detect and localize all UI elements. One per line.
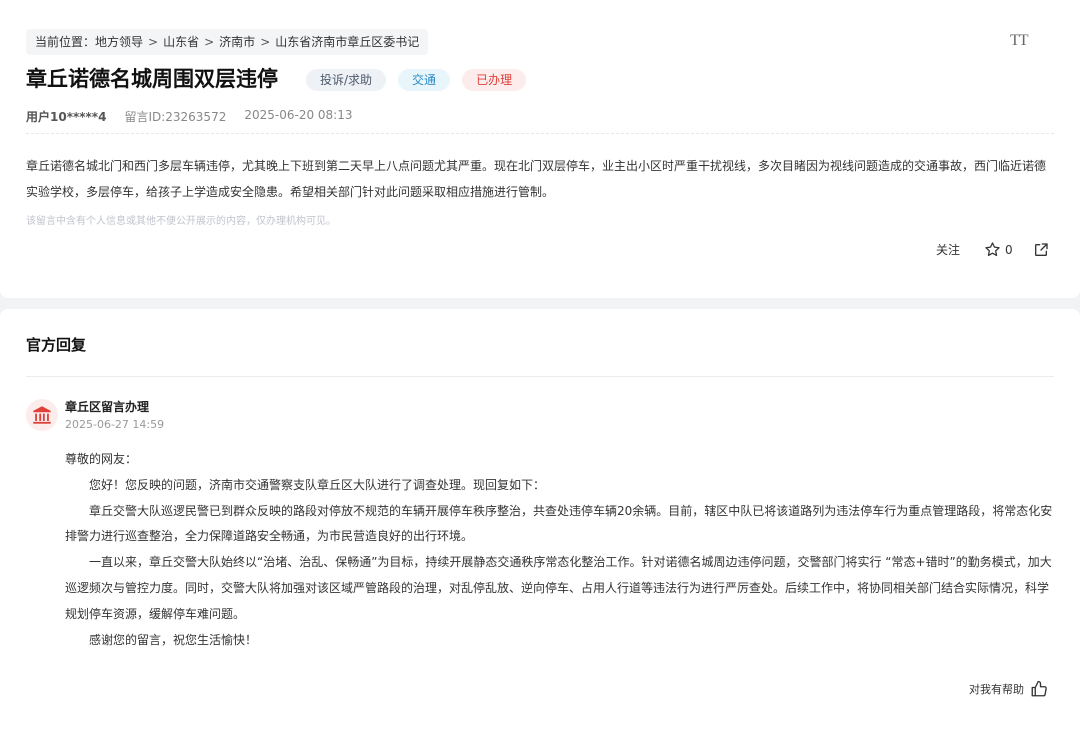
breadcrumb-item-zhangqiu-secretary[interactable]: 山东省济南市章丘区委书记 [275, 35, 419, 49]
user-name: 用户10*****4 [26, 110, 107, 124]
star-count: 0 [1005, 242, 1013, 257]
breadcrumb: 当前位置：地方领导 > 山东省 > 济南市 > 山东省济南市章丘区委书记 [26, 29, 429, 55]
message-content: 章丘诺德名城北门和西门多层车辆违停，尤其晚上下班到第二天早上八点问题尤其严重。现… [26, 159, 1047, 199]
tag-traffic: 交通 [398, 69, 451, 91]
breadcrumb-item-shandong[interactable]: 山东省 [163, 35, 199, 49]
reply-body: 尊敬的网友： 您好！您反映的问题，济南市交通警察支队章丘区大队进行了调查处理。现… [65, 447, 1055, 653]
reply-paragraph: 您好！您反映的问题，济南市交通警察支队章丘区大队进行了调查处理。现回复如下： [89, 477, 546, 492]
divider [26, 376, 1054, 377]
breadcrumb-item-jinan[interactable]: 济南市 [219, 35, 255, 49]
breadcrumb-separator: > [148, 35, 159, 49]
org-name: 章丘区留言办理 [65, 400, 150, 414]
breadcrumb-separator: > [260, 35, 271, 49]
text-size-icon[interactable]: TT [1010, 32, 1029, 50]
star-button[interactable]: 0 [984, 241, 1013, 258]
privacy-notice: 该留言中含有个人信息或其他不便公开展示的内容，仅办理机构可见。 [26, 216, 336, 227]
share-button[interactable] [1033, 242, 1049, 258]
tag-category: 投诉/求助 [306, 69, 387, 91]
reply-greeting: 尊敬的网友： [65, 452, 138, 466]
message-actions: 关注 0 [936, 241, 1049, 258]
message-meta: 用户10*****4 留言ID:23263572 2025-06-20 08:1… [26, 108, 352, 125]
breadcrumb-prefix: 当前位置： [35, 35, 96, 49]
message-datetime: 2025-06-20 08:13 [244, 108, 353, 122]
follow-button[interactable]: 关注 [936, 241, 960, 258]
share-icon [1034, 242, 1048, 256]
avatar [26, 399, 58, 431]
tag-list: 投诉/求助 交通 已办理 [306, 69, 527, 91]
breadcrumb-separator: > [204, 35, 215, 49]
tag-status: 已办理 [462, 69, 527, 91]
message-id: 留言ID:23263572 [124, 110, 227, 124]
breadcrumb-item-local-leaders[interactable]: 地方领导 [95, 35, 143, 49]
reply-heading: 官方回复 [26, 336, 87, 354]
thumbs-up-icon [1031, 680, 1047, 697]
reply-paragraph: 一直以来，章丘交警大队始终以“治堵、治乱、保畅通”为目标，持续开展静态交通秩序常… [65, 555, 1052, 621]
reply-paragraph: 感谢您的留言，祝您生活愉快！ [89, 632, 258, 647]
reply-datetime: 2025-06-27 14:59 [65, 418, 165, 431]
divider [26, 133, 1054, 134]
helpful-button[interactable]: 对我有帮助 [969, 680, 1048, 698]
page-title: 章丘诺德名城周围双层违停 [26, 67, 278, 91]
star-icon [985, 242, 1000, 257]
helpful-label: 对我有帮助 [969, 683, 1024, 696]
reply-paragraph: 章丘交警大队巡逻民警已到群众反映的路段对停放不规范的车辆开展停车秩序整治，共查处… [65, 503, 1053, 544]
government-building-icon [33, 406, 51, 424]
